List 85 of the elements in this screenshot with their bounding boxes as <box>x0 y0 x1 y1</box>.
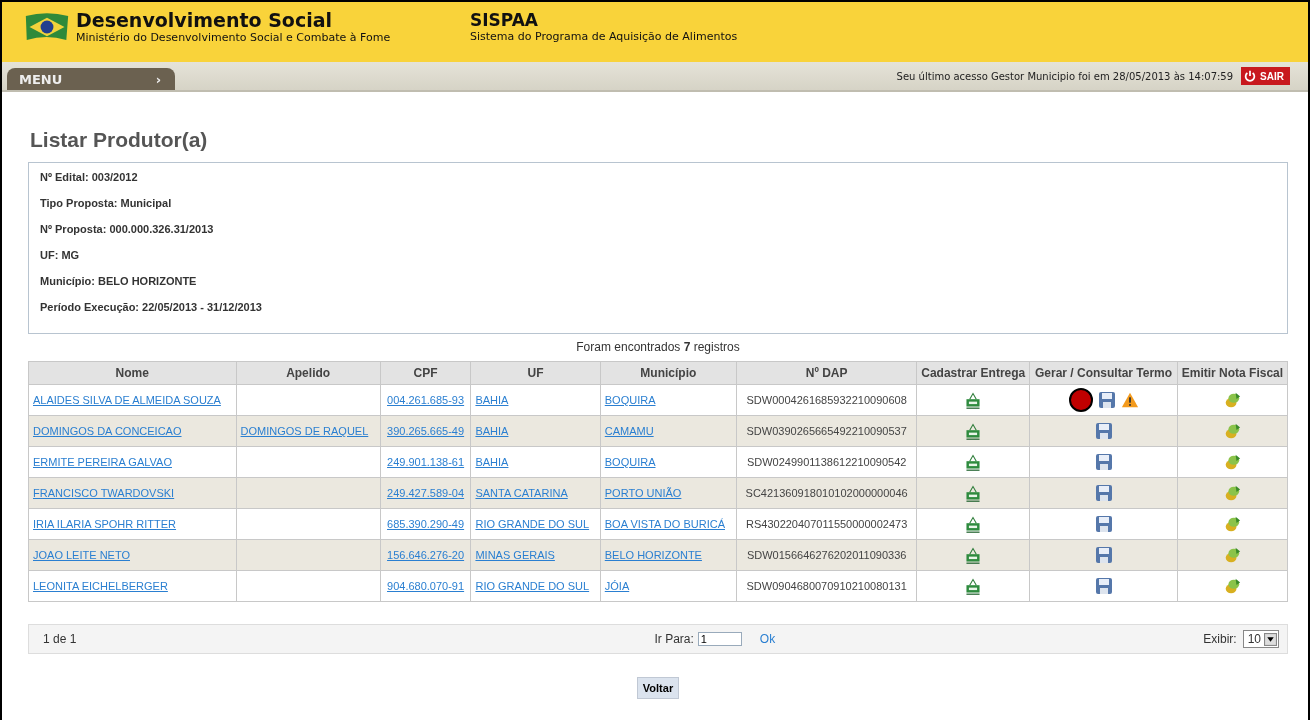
ok-link[interactable]: Ok <box>759 632 776 646</box>
name-link[interactable]: FRANCISCO TWARDOVSKI <box>33 487 175 499</box>
city-link[interactable]: JÓIA <box>604 580 630 592</box>
system-subtitle: Sistema do Programa de Aquisição de Alimentos <box>470 30 738 43</box>
cpf-link[interactable]: 249.901.138-61 <box>387 456 465 468</box>
city-link[interactable]: BOA VISTA DO BURICÁ <box>604 518 725 530</box>
basket-icon[interactable] <box>964 546 983 564</box>
basket-icon[interactable] <box>964 515 983 533</box>
org-title: Desenvolvimento Social <box>76 10 334 31</box>
table-cell: SC421360918010102000000046 <box>736 477 917 509</box>
basket-icon[interactable] <box>964 391 983 409</box>
nickname-link[interactable]: DOMINGOS DE RAQUEL <box>240 425 369 437</box>
info-line: Tipo Proposta: Municipal <box>40 197 173 209</box>
cpf-link[interactable]: 390.265.665-49 <box>387 425 465 437</box>
back-button[interactable]: Voltar <box>636 677 680 699</box>
info-line: Nº Edital: 003/2012 <box>40 171 139 183</box>
column-header: CPF <box>380 361 471 385</box>
coins-icon[interactable] <box>1223 484 1242 502</box>
table-cell: SDW0249901138612210090542 <box>736 446 917 478</box>
cpf-link[interactable]: 156.646.276-20 <box>387 549 465 561</box>
state-link[interactable]: RIO GRANDE DO SUL <box>475 518 590 530</box>
coins-icon[interactable] <box>1223 422 1242 440</box>
info-line: Município: BELO HORIZONTE <box>40 275 198 287</box>
page-input[interactable]: 1 <box>697 632 742 646</box>
cpf-link[interactable]: 004.261.685-93 <box>387 394 465 406</box>
coins-icon[interactable] <box>1223 453 1242 471</box>
column-header: Gerar / Consultar Termo <box>1029 361 1178 385</box>
table-cell: SDW0156646276202011090336 <box>736 539 917 571</box>
column-header: Cadastrar Entrega <box>916 361 1030 385</box>
info-line: Período Execução: 22/05/2013 - 31/12/2013 <box>40 301 263 313</box>
page-size-select[interactable]: 10 <box>1242 630 1279 648</box>
info-line: Nº Proposta: 000.000.326.31/2013 <box>40 223 215 235</box>
cpf-link[interactable]: 685.390.290-49 <box>387 518 465 530</box>
power-icon <box>1243 69 1258 83</box>
name-link[interactable]: ALAIDES SILVA DE ALMEIDA SOUZA <box>33 394 221 406</box>
show-label: Exibir: <box>1203 632 1237 646</box>
cpf-link[interactable]: 249.427.589-04 <box>387 487 465 499</box>
column-header: Emitir Nota Fiscal <box>1177 361 1288 385</box>
state-link[interactable]: BAHIA <box>475 425 509 437</box>
system-title: SISPAA <box>470 10 540 30</box>
name-link[interactable]: IRIA ILARIA SPOHR RITTER <box>33 518 177 530</box>
table-cell: SDW0004261685932210090608 <box>736 384 917 416</box>
state-link[interactable]: SANTA CATARINA <box>475 487 568 499</box>
basket-icon[interactable] <box>964 422 983 440</box>
table-cell: RS430220407011550000002473 <box>736 508 917 540</box>
name-link[interactable]: JOAO LEITE NETO <box>33 549 130 561</box>
logout-button[interactable]: SAIR <box>1241 67 1290 85</box>
last-access-text: Seu último acesso Gestor Municipio foi em 28/05/2013 às 14:07:59 <box>896 70 1234 82</box>
basket-icon[interactable] <box>964 453 983 471</box>
dropdown-icon <box>1264 632 1277 646</box>
state-link[interactable]: BAHIA <box>475 456 509 468</box>
result-count: Foram encontrados 7 registros <box>576 340 740 354</box>
warning-icon[interactable] <box>1120 391 1139 409</box>
column-header: Nº DAP <box>736 361 917 385</box>
city-link[interactable]: PORTO UNIÃO <box>604 487 682 499</box>
state-link[interactable]: RIO GRANDE DO SUL <box>475 580 590 592</box>
name-link[interactable]: LEONITA EICHELBERGER <box>33 580 168 592</box>
column-header: Nome <box>28 361 237 385</box>
city-link[interactable]: BOQUIRA <box>604 394 656 406</box>
table-cell: SDW0390265665492210090537 <box>736 415 917 447</box>
page-title: Listar Produtor(a) <box>30 128 209 152</box>
table-cell: SDW0904680070910210080131 <box>736 570 917 602</box>
city-link[interactable]: BOQUIRA <box>604 456 656 468</box>
coins-icon[interactable] <box>1223 546 1242 564</box>
org-subtitle: Ministério do Desenvolvimento Social e Combate à Fome <box>76 31 391 44</box>
column-header: Apelido <box>236 361 381 385</box>
state-link[interactable]: BAHIA <box>475 394 509 406</box>
coins-icon[interactable] <box>1223 515 1242 533</box>
goto-label: Ir Para: <box>654 632 694 646</box>
coins-icon[interactable] <box>1223 391 1242 409</box>
flag-icon <box>24 11 70 43</box>
page-info: 1 de 1 <box>43 632 77 646</box>
coins-icon[interactable] <box>1223 577 1242 595</box>
city-link[interactable]: CAMAMU <box>604 425 654 437</box>
menu-button[interactable]: MENU › <box>7 68 175 90</box>
name-link[interactable]: ERMITE PEREIRA GALVAO <box>33 456 172 468</box>
city-link[interactable]: BELO HORIZONTE <box>604 549 702 561</box>
basket-icon[interactable] <box>964 484 983 502</box>
column-header: Município <box>600 361 737 385</box>
name-link[interactable]: DOMINGOS DA CONCEICAO <box>33 425 182 437</box>
state-link[interactable]: MINAS GERAIS <box>475 549 555 561</box>
cpf-link[interactable]: 904.680.070-91 <box>387 580 465 592</box>
info-line: UF: MG <box>40 249 81 261</box>
basket-icon[interactable] <box>964 577 983 595</box>
column-header: UF <box>470 361 601 385</box>
